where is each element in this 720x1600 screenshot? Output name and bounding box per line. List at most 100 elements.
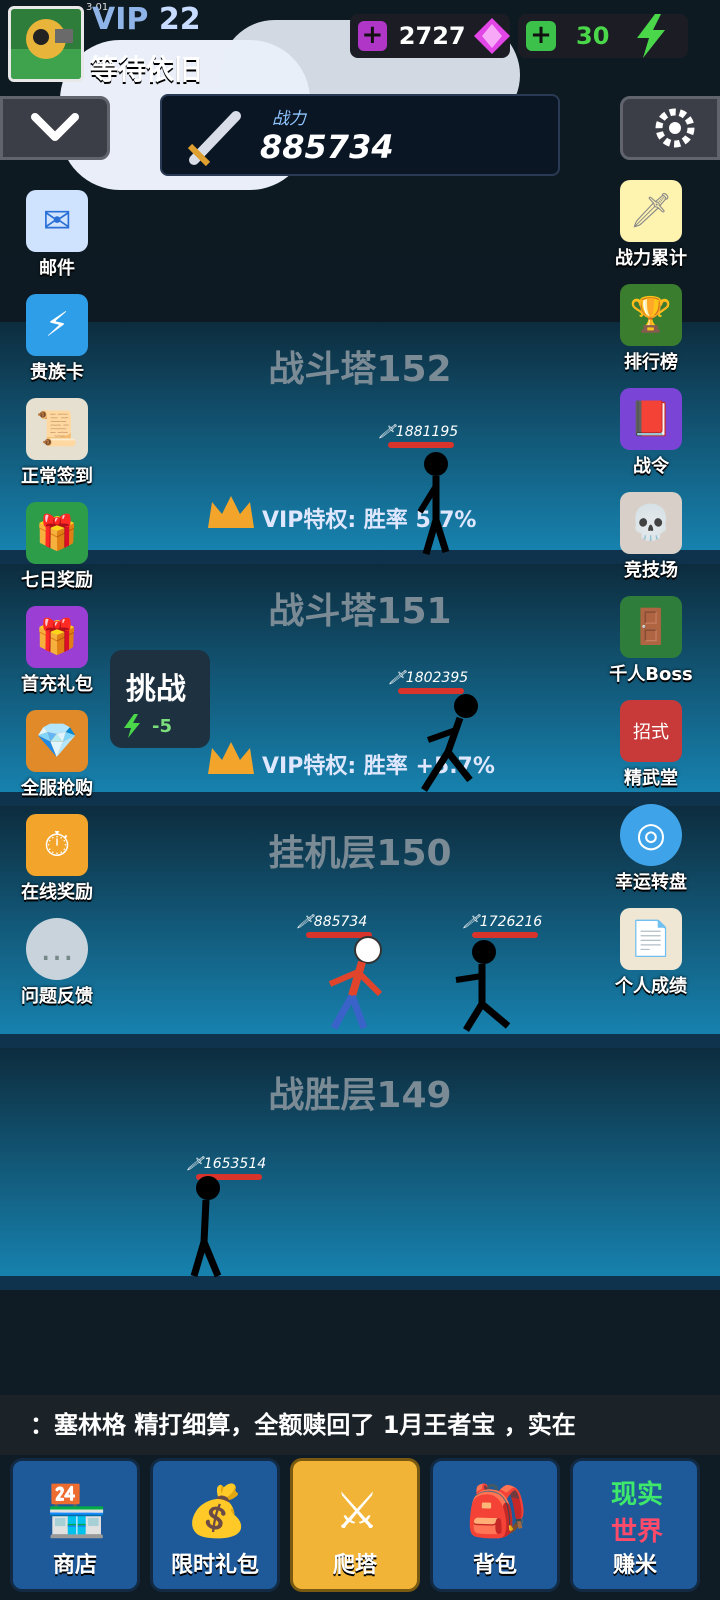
scroll-icon: 📜 xyxy=(26,398,88,460)
power-label: 战力 xyxy=(272,109,306,129)
icon-label: 七日奖励 xyxy=(21,570,93,591)
noble-card-button[interactable]: ⚡ 贵族卡 xyxy=(12,294,102,384)
gem-icon xyxy=(473,18,510,54)
avatar[interactable] xyxy=(8,6,84,82)
vip-number: 22 xyxy=(158,2,201,37)
book-icon: 📕 xyxy=(620,388,682,450)
icon-label: 个人成绩 xyxy=(615,976,687,997)
lucky-wheel-button[interactable]: ◎ 幸运转盘 xyxy=(606,804,696,894)
martial-hall-button[interactable]: 招式 精武堂 xyxy=(606,700,696,790)
mail-icon: ✉ xyxy=(26,190,88,252)
icon-label: 首充礼包 xyxy=(21,674,93,695)
challenge-label: 挑战 xyxy=(126,672,186,707)
power-value: 885734 xyxy=(260,128,394,166)
vip-label: VIP xyxy=(92,2,149,37)
nav-limited-gift[interactable]: 💰 限时礼包 xyxy=(150,1458,280,1592)
gem-counter[interactable]: + 2727 xyxy=(350,14,510,58)
arena-button[interactable]: 💀 竞技场 xyxy=(606,492,696,582)
gear-icon xyxy=(655,108,695,148)
trophy-icon: 🏆 xyxy=(620,284,682,346)
gift-icon: 🎁 xyxy=(26,502,88,564)
crossed-swords-icon: ⚔ xyxy=(334,1482,380,1540)
power-accumulation-button[interactable]: 🗡 战力累计 xyxy=(606,180,696,270)
character-avatar-icon xyxy=(11,19,81,79)
icon-label: 战力累计 xyxy=(615,248,687,269)
gift-box-icon: 🎁 xyxy=(26,606,88,668)
icon-label: 排行榜 xyxy=(624,352,678,373)
icon-label: 问题反馈 xyxy=(21,986,93,1007)
wheel-icon: ◎ xyxy=(620,804,682,866)
add-gems-icon[interactable]: + xyxy=(358,21,387,51)
lightning-icon xyxy=(124,714,140,738)
flash-sale-button[interactable]: 💎 全服抢购 xyxy=(12,710,102,800)
seven-day-reward-button[interactable]: 🎁 七日奖励 xyxy=(12,502,102,592)
challenge-cost: -5 xyxy=(152,716,172,737)
nav-shop[interactable]: 🏪 商店 xyxy=(10,1458,140,1592)
icon-label: 竞技场 xyxy=(624,560,678,581)
stopwatch-icon: ⏱ xyxy=(26,814,88,876)
stickman-enemy[interactable] xyxy=(414,690,494,800)
energy-counter[interactable]: + 30 xyxy=(518,14,688,58)
stickman-player[interactable] xyxy=(322,932,392,1042)
personal-record-button[interactable]: 📄 个人成绩 xyxy=(606,908,696,998)
nav-backpack[interactable]: 🎒 背包 xyxy=(430,1458,560,1592)
door-icon: 🚪 xyxy=(620,596,682,658)
settings-button[interactable] xyxy=(620,96,720,160)
floor-title: 战胜层149 xyxy=(268,1075,452,1116)
stickman-enemy[interactable] xyxy=(182,1172,232,1282)
collapse-menu-button[interactable] xyxy=(0,96,110,160)
shop-icon: 🏪 xyxy=(45,1481,109,1540)
nav-climb-tower[interactable]: ⚔ 爬塔 xyxy=(290,1458,420,1592)
online-reward-button[interactable]: ⏱ 在线奖励 xyxy=(12,814,102,904)
icon-label: 千人Boss xyxy=(609,664,693,685)
icon-label: 精武堂 xyxy=(624,768,678,789)
treasure-chest-icon: 💰 xyxy=(185,1481,249,1540)
chat-bubble-icon: … xyxy=(26,918,88,980)
crown-icon xyxy=(208,742,254,774)
stickman-enemy[interactable] xyxy=(452,934,522,1044)
icon-label: 幸运转盘 xyxy=(615,872,687,893)
crown-icon xyxy=(208,496,254,528)
boss-raid-button[interactable]: 🚪 千人Boss xyxy=(606,596,696,686)
card-icon: ⚡ xyxy=(26,294,88,356)
floor-ground xyxy=(0,1276,720,1290)
nav-label: 背包 xyxy=(472,1553,517,1578)
leaderboard-button[interactable]: 🏆 排行榜 xyxy=(606,284,696,374)
icon-label: 战令 xyxy=(633,456,669,477)
backpack-icon: 🎒 xyxy=(465,1481,529,1540)
stickman-enemy[interactable] xyxy=(406,440,466,560)
badge-text: 世界 xyxy=(610,1517,663,1547)
vip-level: VIP 22 xyxy=(92,2,201,37)
nav-label: 爬塔 xyxy=(332,1553,377,1578)
icon-label: 邮件 xyxy=(39,258,75,279)
nav-label: 商店 xyxy=(52,1553,97,1578)
icon-label: 在线奖励 xyxy=(21,882,93,903)
battle-pass-button[interactable]: 📕 战令 xyxy=(606,388,696,478)
combat-power-panel: 战力 885734 xyxy=(160,94,560,176)
broadcast-ticker: ：塞林格 精打细算，全额赎回了 1月王者宝 ，实在 xyxy=(0,1395,720,1455)
chevron-down-icon xyxy=(31,113,79,141)
skull-icon: 💀 xyxy=(620,492,682,554)
nav-label: 赚米 xyxy=(612,1553,657,1578)
mail-button[interactable]: ✉ 邮件 xyxy=(12,190,102,280)
challenge-button[interactable]: 挑战 -5 xyxy=(110,650,210,748)
certificate-icon: 📄 xyxy=(620,908,682,970)
icon-label: 正常签到 xyxy=(21,466,93,487)
player-name: 等待依旧 xyxy=(90,53,203,86)
dojo-icon: 招式 xyxy=(620,700,682,762)
add-energy-icon[interactable]: + xyxy=(526,21,556,51)
real-world-icon: 现实 世界 xyxy=(595,1469,679,1553)
gem-count: 2727 xyxy=(398,22,466,50)
treasure-icon: 💎 xyxy=(26,710,88,772)
nav-earn[interactable]: 现实 世界 赚米 xyxy=(570,1458,700,1592)
nav-label: 限时礼包 xyxy=(170,1553,259,1578)
sword-icon xyxy=(187,111,241,167)
first-charge-button[interactable]: 🎁 首充礼包 xyxy=(12,606,102,696)
checkin-button[interactable]: 📜 正常签到 xyxy=(12,398,102,488)
icon-label: 贵族卡 xyxy=(30,362,84,383)
feedback-button[interactable]: … 问题反馈 xyxy=(12,918,102,1008)
icon-label: 全服抢购 xyxy=(21,778,93,799)
badge-text: 现实 xyxy=(610,1480,663,1510)
energy-count: 30 xyxy=(576,22,610,50)
sword-icon: 🗡 xyxy=(620,180,682,242)
